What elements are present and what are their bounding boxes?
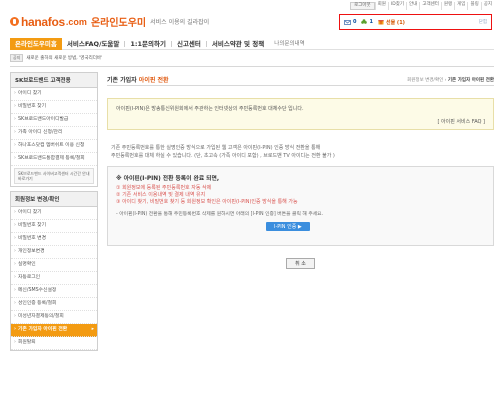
sidebar-item[interactable]: 비밀번호 변경 [11, 233, 97, 246]
gift-label: 선물 (1) [385, 19, 405, 26]
points-status[interactable]: 1 [361, 19, 373, 25]
nav-home[interactable]: 온라인도우미홈 [10, 37, 62, 50]
top-link-5[interactable]: 원랭 [440, 2, 454, 10]
logo-tagline: 서비스 이용의 길라잡이 [150, 19, 210, 26]
sidebar-item[interactable]: 미성년자결제동의/철회 [11, 311, 97, 324]
close-link[interactable]: 닫힘 [479, 19, 487, 25]
description-line: 기존 주민등록번호를 통한 실명인증 방식으로 가입된 웹 고객은 아이핀(I-… [111, 145, 321, 151]
notice-footer: - 아이핀(I-PIN) 전환을 통해 주민등록번호 삭제를 원하시면 아래의 … [116, 212, 324, 217]
sidebar-item[interactable]: 자동로그인 [11, 272, 97, 285]
ipin-info-box: 아이핀(I-PIN)은 방송통신위원회에서 주관하는 인터넷상의 주민등록번호 … [107, 98, 494, 130]
conversion-description: 기존 주민등록번호를 통한 실명인증 방식으로 가입된 웹 고객은 아이핀(I-… [107, 144, 494, 160]
sidebar-banner[interactable]: SK브로드밴드 사이버고객센터 시간간 안내 바로가기 [14, 168, 94, 184]
sidebar-item[interactable]: 아이디 찾기 [11, 207, 97, 220]
top-link-id[interactable]: ID찾기 [387, 2, 406, 10]
sidebar-item[interactable]: 성인인증 등록/철회 [11, 298, 97, 311]
notice-ticker: 공지 새로운 출하의 새로운 방법, '영국리더바' [10, 54, 102, 62]
sidebar: SK브로드밴드 고객전용 아이디 찾기 비밀번호 찾기 SK브로드밴드아이디발급… [10, 72, 98, 351]
header-divider [10, 66, 494, 67]
sidebar-item-active[interactable]: 기존 가입자 아이핀 전환 [11, 324, 97, 337]
description-line: 주민등록번호를 대체 하실 수 있습니다. (단, 초고속 (가족 아이디 포함… [111, 153, 335, 159]
top-link-member[interactable]: 회원 [374, 2, 388, 10]
nav-inquiry[interactable]: 1:1문의하기 [125, 38, 171, 50]
conversion-notice-box: ※ 아이핀(I-PIN) 전환 등록이 완료 되면, ① 회원정보에 등록된 주… [107, 166, 494, 246]
ticker-badge: 공지 [10, 54, 24, 62]
breadcrumb-parent[interactable]: 회원정보 변경/확인 › [407, 78, 446, 83]
mail-icon [344, 19, 351, 25]
main-content: 기존 가입자 아이핀 전환 회원정보 변경/확인 › 기존 가입자 아이핀 전환… [107, 74, 494, 269]
top-utility-links: 로그아웃 회원 ID찾기 안내 고객센터 원랭 게임 블링 공지 [350, 2, 494, 10]
ipin-auth-button[interactable]: I-PIN 인증 ▶ [266, 222, 310, 231]
top-link-guide[interactable]: 안내 [406, 2, 419, 10]
notice-item: ② 기존 서비스 이용내역 및 결제 내역 유지 [116, 192, 206, 198]
clover-icon [361, 19, 368, 24]
sidebar-item[interactable]: 비밀번호 찾기 [11, 220, 97, 233]
logout-link[interactable]: 로그아웃 [350, 2, 375, 10]
sidebar-section-member-list: 아이디 찾기 비밀번호 찾기 비밀번호 변경 개인정보변경 실명확인 자동로그인… [10, 207, 98, 351]
notice-item: ③ 아이디 찾기, 비밀번호 찾기 등 회원정보 확인은 아이핀(I-PIN)인… [116, 199, 298, 205]
logo-brand: hanafos [21, 14, 65, 29]
main-nav: 온라인도우미홈 서비스FAQ/도움말 1:1문의하기 신고센터 서비스약관 및 … [10, 37, 494, 50]
sidebar-item[interactable]: 하나포스닷컴 멤버쉬트 이용 신청 [11, 140, 97, 153]
nav-my-inquiries[interactable]: 나의문의내역 [269, 38, 309, 50]
top-link-notice[interactable]: 공지 [480, 2, 494, 10]
breadcrumb-current: 기존 가입자 아이핀 전환 [447, 77, 494, 83]
sidebar-section-member-title: 회원정보 변경/확인 [10, 191, 98, 207]
page-title: 기존 가입자 아이핀 전환 [107, 75, 169, 84]
sidebar-item[interactable]: 아이디 찾기 [11, 88, 97, 101]
sidebar-item[interactable]: SK브로드밴드아이디발급 [11, 114, 97, 127]
hanafos-logo-icon [10, 17, 19, 26]
sidebar-item[interactable]: 회원탈퇴 [11, 337, 97, 350]
page-title-prefix: 기존 가입자 [107, 77, 137, 84]
top-link-blog[interactable]: 블링 [467, 2, 480, 10]
gift-status[interactable]: 선물 (1) [378, 19, 405, 26]
breadcrumb: 회원정보 변경/확인 › 기존 가입자 아이핀 전환 [407, 77, 494, 83]
points-count: 1 [369, 19, 373, 25]
cancel-wrap: 취 소 [107, 258, 494, 269]
nav-report[interactable]: 신고센터 [172, 38, 206, 50]
cancel-button[interactable]: 취 소 [286, 258, 315, 269]
sidebar-item[interactable]: 비밀번호 찾기 [11, 101, 97, 114]
logo-dotcom: .com [65, 16, 87, 27]
notice-item: ① 회원정보에 등록된 주민등록번호 자동 삭제 [116, 185, 212, 191]
page-title-highlight: 아이핀 전환 [138, 77, 169, 84]
top-link-support[interactable]: 고객센터 [419, 2, 441, 10]
mail-status[interactable]: 0 [344, 19, 356, 25]
sidebar-item[interactable]: 실명확인 [11, 259, 97, 272]
mail-count: 0 [353, 19, 357, 25]
page-title-row: 기존 가입자 아이핀 전환 회원정보 변경/확인 › 기존 가입자 아이핀 전환 [107, 74, 494, 86]
sidebar-section-sk-list: 아이디 찾기 비밀번호 찾기 SK브로드밴드아이디발급 가족 아이디 신청/관리… [10, 88, 98, 187]
top-link-game[interactable]: 게임 [454, 2, 467, 10]
sidebar-item[interactable]: SK브로드밴드통합결제 등록/철회 [11, 153, 97, 166]
notice-title: ※ 아이핀(I-PIN) 전환 등록이 완료 되면, [116, 176, 220, 182]
nav-faq[interactable]: 서비스FAQ/도움말 [62, 38, 125, 50]
site-logo[interactable]: hanafos .com 온라인도우미 서비스 이용의 길라잡이 [10, 14, 209, 29]
sidebar-item[interactable]: 메신/SMS수신설정 [11, 285, 97, 298]
sidebar-section-sk-title: SK브로드밴드 고객전용 [10, 72, 98, 88]
gift-icon [378, 20, 384, 25]
user-status-box: 0 1 선물 (1) 닫힘 [339, 14, 492, 30]
ticker-text[interactable]: 새로운 출하의 새로운 방법, '영국리더바' [26, 55, 102, 61]
sidebar-item[interactable]: 개인정보변경 [11, 246, 97, 259]
sidebar-item[interactable]: 가족 아이디 신청/관리 [11, 127, 97, 140]
logo-service-name: 온라인도우미 [90, 18, 147, 29]
ipin-faq-link[interactable]: [ 아이핀 서비스 FAQ ] [437, 118, 485, 125]
nav-terms[interactable]: 서비스약관 및 정책 [207, 38, 269, 50]
ipin-info-text: 아이핀(I-PIN)은 방송통신위원회에서 주관하는 인터넷상의 주민등록번호 … [116, 106, 304, 112]
